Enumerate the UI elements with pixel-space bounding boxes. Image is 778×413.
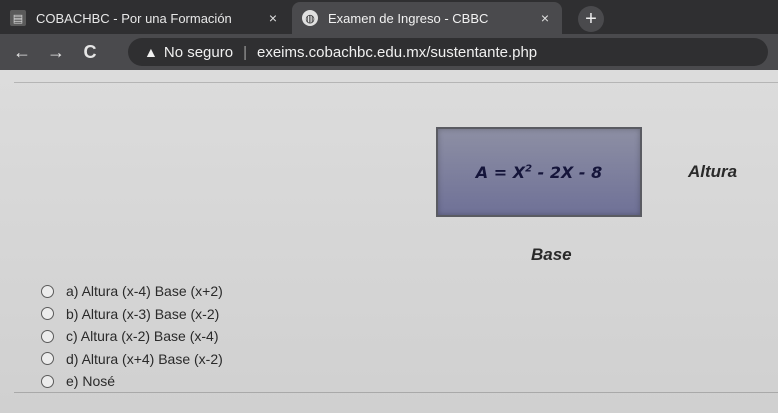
radio-button[interactable] bbox=[41, 329, 54, 343]
option-label: a) Altura (x-4) Base (x+2) bbox=[66, 283, 223, 300]
tab-title: Examen de Ingreso - CBBC bbox=[328, 10, 489, 26]
option-label: b) Altura (x-3) Base (x-2) bbox=[66, 305, 220, 322]
document-icon: ▤ bbox=[10, 10, 26, 26]
warning-icon[interactable]: ▲ bbox=[144, 44, 158, 60]
tab-cobachbc[interactable]: ▤ COBACHBC - Por una Formación × bbox=[0, 2, 290, 34]
close-icon[interactable]: × bbox=[262, 10, 284, 26]
area-formula: A = X2 - 2X - 8 bbox=[475, 162, 603, 182]
reload-button[interactable]: C bbox=[78, 40, 102, 64]
option-b[interactable]: b) Altura (x-3) Base (x-2) bbox=[41, 303, 223, 326]
tab-examen[interactable]: ◍ Examen de Ingreso - CBBC × bbox=[292, 2, 562, 34]
radio-button[interactable] bbox=[41, 284, 54, 298]
address-bar[interactable]: ▲ No seguro | exeims.cobachbc.edu.mx/sus… bbox=[128, 38, 768, 66]
answer-options: a) Altura (x-4) Base (x+2) b) Altura (x-… bbox=[41, 280, 223, 393]
url-text: exeims.cobachbc.edu.mx/sustentante.php bbox=[256, 43, 538, 61]
security-status: No seguro bbox=[163, 43, 234, 61]
radio-button[interactable] bbox=[41, 352, 54, 366]
close-icon[interactable]: × bbox=[534, 10, 556, 26]
base-label: Base bbox=[531, 245, 572, 264]
option-d[interactable]: d) Altura (x+4) Base (x-2) bbox=[41, 348, 223, 371]
page-content: A = X2 - 2X - 8 Altura Base a) Altura (x… bbox=[0, 70, 778, 413]
option-label: d) Altura (x+4) Base (x-2) bbox=[66, 350, 223, 367]
browser-toolbar: ← → C ▲ No seguro | exeims.cobachbc.edu.… bbox=[0, 34, 778, 70]
option-label: c) Altura (x-2) Base (x-4) bbox=[66, 328, 219, 345]
tab-strip: ▤ COBACHBC - Por una Formación × ◍ Exame… bbox=[0, 0, 778, 34]
tab-title: COBACHBC - Por una Formación bbox=[36, 10, 232, 26]
altura-label: Altura bbox=[688, 162, 738, 181]
option-e[interactable]: e) Nosé bbox=[41, 370, 223, 393]
forward-button[interactable]: → bbox=[44, 40, 68, 64]
option-a[interactable]: a) Altura (x-4) Base (x+2) bbox=[41, 280, 223, 303]
option-label: e) Nosé bbox=[66, 373, 116, 390]
address-separator: | bbox=[243, 43, 247, 61]
new-tab-button[interactable]: + bbox=[578, 6, 604, 32]
radio-button[interactable] bbox=[41, 374, 54, 388]
divider bbox=[14, 392, 778, 393]
divider bbox=[14, 82, 778, 83]
radio-button[interactable] bbox=[41, 307, 54, 321]
rectangle-figure: A = X2 - 2X - 8 bbox=[436, 127, 642, 217]
globe-icon: ◍ bbox=[302, 10, 318, 26]
option-c[interactable]: c) Altura (x-2) Base (x-4) bbox=[41, 325, 223, 348]
formula-exponent: 2 bbox=[525, 163, 533, 175]
back-button[interactable]: ← bbox=[10, 40, 34, 64]
